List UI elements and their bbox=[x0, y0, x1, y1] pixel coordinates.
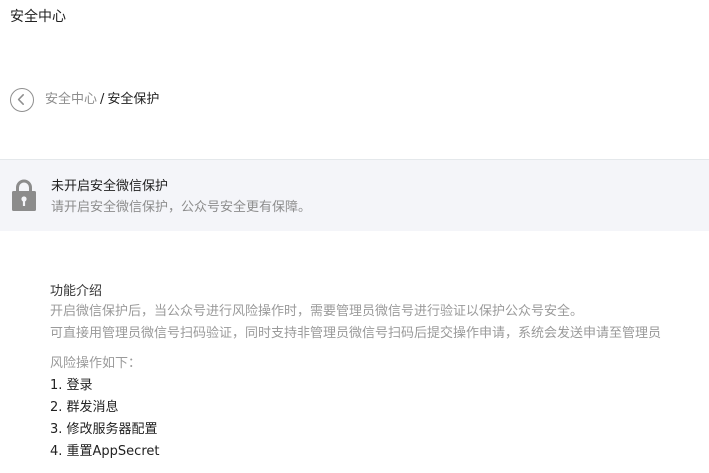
breadcrumb-security-center-link[interactable]: 安全中心 bbox=[45, 92, 97, 107]
back-button[interactable] bbox=[10, 88, 34, 112]
notice-title: 未开启安全微信保护 bbox=[51, 179, 169, 194]
page-title: 安全中心 bbox=[10, 9, 66, 25]
risk-operations-heading: 风险操作如下： bbox=[50, 356, 142, 371]
intro-line: 开启微信保护后，当公众号进行风险操作时，需要管理员微信号进行验证以保护公众号安全… bbox=[50, 304, 584, 319]
breadcrumb: 安全中心 / 安全保护 bbox=[45, 91, 159, 109]
risk-item-server-config: 3. 修改服务器配置 bbox=[50, 422, 158, 437]
risk-operations-list: 1. 登录 2. 群发消息 3. 修改服务器配置 4. 重置AppSecret bbox=[50, 375, 661, 463]
risk-item-reset-appsecret: 4. 重置AppSecret bbox=[50, 444, 160, 459]
chevron-left-icon bbox=[17, 94, 24, 105]
breadcrumb-current: 安全保护 bbox=[107, 92, 160, 107]
feature-intro: 功能介绍 开启微信保护后，当公众号进行风险操作时，需要管理员微信号进行验证以保护… bbox=[50, 283, 661, 463]
breadcrumb-separator: / bbox=[100, 92, 105, 107]
protection-status-banner: 未开启安全微信保护 请开启安全微信保护，公众号安全更有保障。 bbox=[0, 159, 709, 231]
intro-line: 可直接用管理员微信号扫码验证，同时支持非管理员微信号扫码后提交操作申请，系统会发… bbox=[50, 326, 662, 341]
risk-item-login: 1. 登录 bbox=[50, 378, 93, 393]
lock-icon bbox=[12, 179, 36, 211]
intro-title: 功能介绍 bbox=[50, 284, 103, 299]
notice-description: 请开启安全微信保护，公众号安全更有保障。 bbox=[51, 200, 312, 215]
risk-item-mass-message: 2. 群发消息 bbox=[50, 400, 119, 415]
